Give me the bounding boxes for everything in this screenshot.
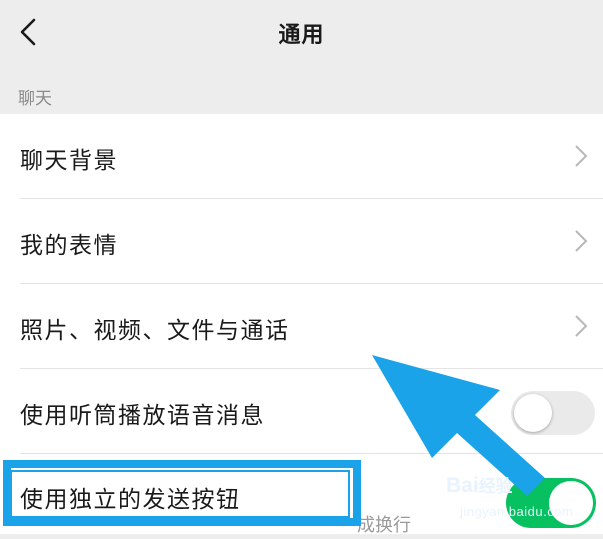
watermark-brand: Bai经验: [446, 474, 513, 497]
baidu-watermark: Bai经验 jingyan.baidu.com: [446, 472, 576, 532]
watermark-url: jingyan.baidu.com: [460, 504, 574, 519]
annotation-arrow-icon: [372, 355, 545, 496]
